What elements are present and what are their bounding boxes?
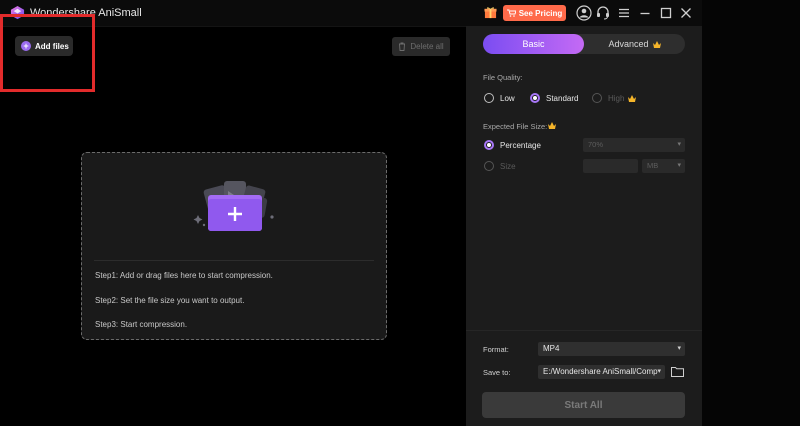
cart-icon bbox=[506, 9, 516, 17]
quality-low-radio[interactable] bbox=[484, 93, 494, 103]
format-value: MP4 bbox=[543, 344, 560, 353]
drop-divider bbox=[94, 260, 374, 261]
quality-standard-radio[interactable] bbox=[530, 93, 540, 103]
size-input[interactable] bbox=[583, 159, 638, 173]
quality-high-radio[interactable] bbox=[592, 93, 602, 103]
title-bar: Wondershare AniSmall See Pricing bbox=[0, 0, 702, 26]
folder-icon[interactable] bbox=[671, 366, 684, 377]
close-icon[interactable] bbox=[678, 5, 694, 21]
delete-all-button[interactable]: Delete all bbox=[392, 37, 450, 56]
tab-basic[interactable]: Basic bbox=[483, 34, 584, 54]
quality-standard-label: Standard bbox=[546, 94, 579, 103]
minimize-icon[interactable] bbox=[637, 5, 653, 21]
see-pricing-button[interactable]: See Pricing bbox=[503, 5, 566, 21]
quality-low-label: Low bbox=[500, 94, 515, 103]
maximize-icon[interactable] bbox=[658, 5, 674, 21]
panel-divider bbox=[466, 330, 702, 331]
menu-icon[interactable] bbox=[616, 5, 632, 21]
start-all-button[interactable]: Start All bbox=[482, 392, 685, 418]
premium-crown-icon bbox=[652, 40, 661, 48]
add-folder-icon bbox=[193, 181, 274, 231]
format-label: Format: bbox=[483, 345, 509, 354]
size-unit-select[interactable]: MB ▾ bbox=[642, 159, 685, 173]
mode-tabs: Basic Advanced bbox=[483, 34, 685, 54]
size-radio[interactable] bbox=[484, 161, 494, 171]
highlight-box bbox=[0, 14, 95, 92]
chevron-down-icon: ▾ bbox=[677, 345, 681, 352]
chevron-down-icon: ▾ bbox=[677, 141, 681, 148]
step-3-text: Step3: Start compression. bbox=[95, 320, 188, 329]
support-headset-icon[interactable] bbox=[595, 5, 611, 21]
window-backdrop bbox=[702, 0, 800, 426]
tab-advanced[interactable]: Advanced bbox=[584, 34, 685, 54]
save-to-label: Save to: bbox=[483, 368, 511, 377]
percentage-value: 70% bbox=[588, 140, 604, 149]
step-2-text: Step2: Set the file size you want to out… bbox=[95, 296, 245, 305]
chevron-down-icon: ▾ bbox=[677, 162, 681, 169]
percentage-label: Percentage bbox=[500, 141, 541, 150]
tab-advanced-label: Advanced bbox=[608, 39, 649, 49]
drop-zone[interactable]: Step1: Add or drag files here to start c… bbox=[81, 152, 387, 340]
premium-crown-icon bbox=[548, 122, 556, 129]
size-label: Size bbox=[500, 162, 516, 171]
trash-icon bbox=[399, 42, 406, 51]
settings-panel: Basic Advanced File Quality: Low Standar… bbox=[466, 26, 702, 426]
save-to-select[interactable]: E:/Wondershare AniSmall/Comp ▾ bbox=[538, 365, 665, 379]
account-icon[interactable] bbox=[576, 5, 592, 21]
pricing-label: See Pricing bbox=[518, 8, 563, 18]
gift-icon[interactable] bbox=[484, 6, 497, 19]
format-select[interactable]: MP4 ▾ bbox=[538, 342, 685, 356]
percentage-select[interactable]: 70% ▾ bbox=[583, 138, 685, 152]
file-quality-label: File Quality: bbox=[483, 73, 523, 82]
delete-all-label: Delete all bbox=[410, 42, 444, 51]
chevron-down-icon: ▾ bbox=[657, 368, 661, 375]
quality-high-label: High bbox=[608, 94, 625, 103]
save-to-value: E:/Wondershare AniSmall/Comp bbox=[543, 367, 658, 376]
expected-file-size-label: Expected File Size: bbox=[483, 122, 548, 131]
size-unit-value: MB bbox=[647, 161, 659, 170]
percentage-radio[interactable] bbox=[484, 140, 494, 150]
premium-crown-icon bbox=[628, 95, 636, 102]
step-1-text: Step1: Add or drag files here to start c… bbox=[95, 271, 273, 280]
